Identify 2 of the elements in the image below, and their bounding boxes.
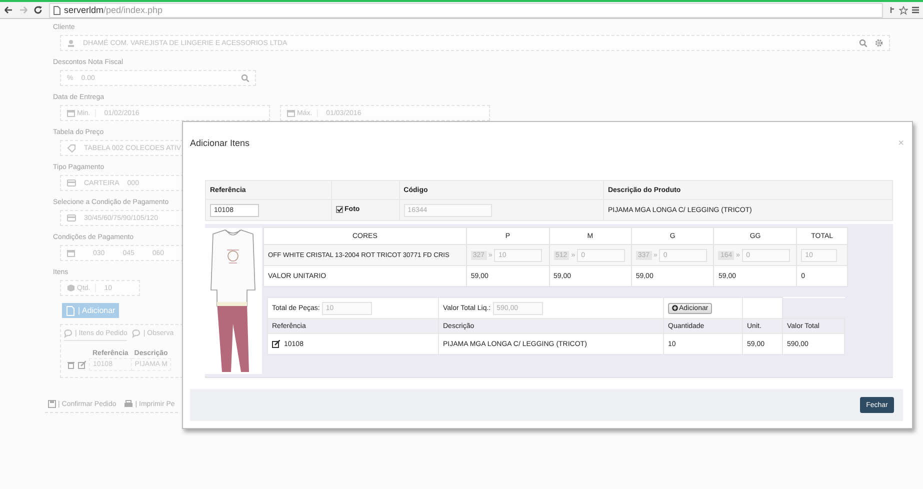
modal-title: Adicionar Itens bbox=[190, 138, 251, 148]
url-text: serverldm/ped/index.php bbox=[64, 5, 163, 15]
